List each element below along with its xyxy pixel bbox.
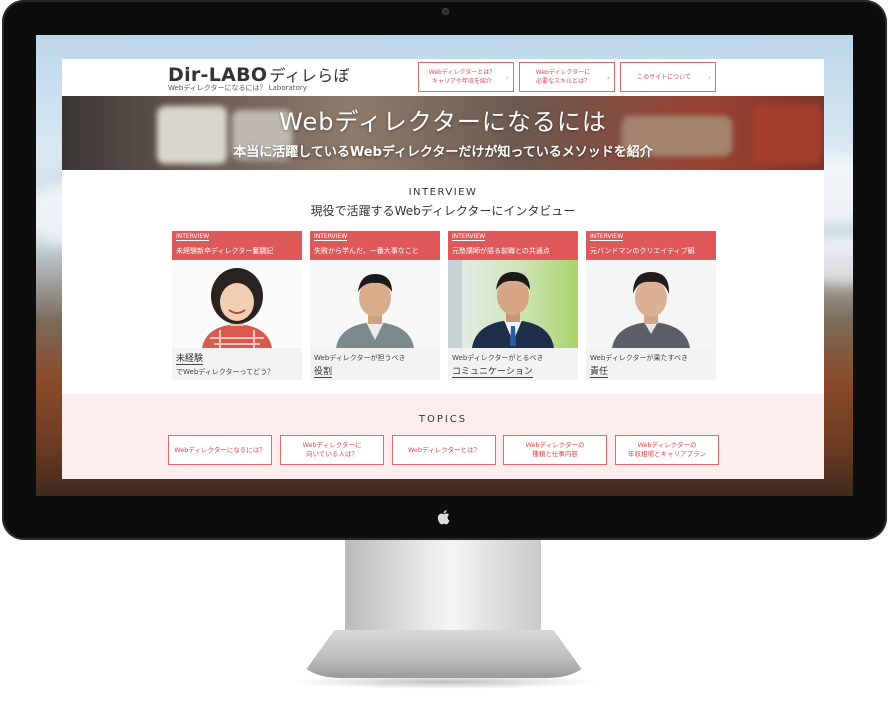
topic-label: Webディレクターの [637,441,697,449]
interview-photo [448,260,578,348]
card-title: 未経験新卒ディレクター奮闘記 [176,247,274,255]
card-tag: INTERVIEW [452,233,486,241]
topic-label: 向いている人は？ [306,450,358,458]
interview-photo [586,260,716,348]
topic-button-how-to-become[interactable]: Webディレクターになるには？ [168,435,272,465]
topic-label: 年収相場とキャリアプラン [628,450,706,458]
card-header: INTERVIEW 失敗から学んだ、一番大事なこと [310,231,440,260]
nav-label: キャリアや年収を紹介 [431,78,492,85]
hero-subtitle: 本当に活躍しているWebディレクターだけが知っているメソッドを紹介 [233,145,653,160]
topic-label: Webディレクターの [525,441,585,449]
monitor-mockup: Dir-LABO ディレらぼ Webディレクターになるには？ Laboratory… [0,0,889,717]
card-header: INTERVIEW 元バンドマンのクリエイティブ観 [586,231,716,260]
card-lead: でWebディレクターってどう？ [176,368,275,376]
card-lead: Webディレクターが果たすべき [590,354,689,362]
chevron-right-icon: › [606,73,610,82]
hero-title: Webディレクターになるには [279,108,607,136]
topic-label: 種類と仕事内容 [532,450,578,458]
chevron-right-icon: › [707,73,711,82]
nav-item-required-skills[interactable]: Webディレクターに 必要なスキルとは？ › [519,62,615,92]
card-lead: Webディレクターがとるべき [452,354,544,362]
nav-label: 必要なスキルとは？ [535,78,590,85]
nav-item-what-is-director[interactable]: Webディレクターとは？ キャリアや年収を紹介 › [418,62,514,92]
card-tag: INTERVIEW [176,233,210,241]
topic-button-suited-people[interactable]: Webディレクターに 向いている人は？ [280,435,384,465]
interview-card-1[interactable]: INTERVIEW 未経験新卒ディレクター奮闘記 未経験 でWebディレクターっ… [172,231,302,380]
site-header: Dir-LABO ディレらぼ Webディレクターになるには？ Laboratory… [62,59,824,96]
card-header: INTERVIEW 未経験新卒ディレクター奮闘記 [172,231,302,260]
card-lead: Webディレクターが担うべき [314,354,406,362]
card-title: 失敗から学んだ、一番大事なこと [314,247,419,255]
topic-label: Webディレクターになるには？ [174,445,266,454]
monitor-stand-neck [345,540,541,640]
card-tag: INTERVIEW [590,233,624,241]
interview-heading: INTERVIEW [408,187,478,198]
topics-heading: TOPICS [418,414,468,425]
web-page: Dir-LABO ディレらぼ Webディレクターになるには？ Laboratory… [62,59,824,479]
interview-card-3[interactable]: INTERVIEW 元塾講師が語る前職との共通点 Webディレクターがとるべき [448,231,578,380]
nav-label: Webディレクターに [535,69,591,76]
site-tagline: Webディレクターになるには？ Laboratory [168,84,307,92]
card-header: INTERVIEW 元塾講師が語る前職との共通点 [448,231,578,260]
topics-section: TOPICS Webディレクターになるには？ Webディレクターに 向いている人は… [62,394,824,479]
topic-label: Webディレクターに [302,441,362,449]
screen: Dir-LABO ディレらぼ Webディレクターになるには？ Laboratory… [36,35,853,496]
hero-banner: Webディレクターになるには 本当に活躍しているWebディレクターだけが知ってい… [62,96,824,170]
monitor-stand-base [300,630,588,678]
nav-label: Webディレクターとは？ [428,69,496,76]
interview-photo [172,260,302,348]
topic-button-salary-career[interactable]: Webディレクターの 年収相場とキャリアプラン [615,435,719,465]
interview-photo [310,260,440,348]
nav-item-about-site[interactable]: このサイトについて › [620,62,716,92]
card-role: コミュニケーション [452,364,533,378]
interview-subheading: 現役で活躍するWebディレクターにインタビュー [310,204,576,218]
card-tag: INTERVIEW [314,233,348,241]
camera-icon [442,8,449,15]
card-title: 元バンドマンのクリエイティブ観 [590,247,695,255]
interview-card-2[interactable]: INTERVIEW 失敗から学んだ、一番大事なこと Webディレクターが担うべき… [310,231,440,380]
chevron-right-icon: › [505,73,509,82]
apple-logo-icon [437,510,450,525]
interview-card-4[interactable]: INTERVIEW 元バンドマンのクリエイティブ観 Webディレクターが果たすべ… [586,231,716,380]
nav-label: このサイトについて [637,73,691,81]
card-role: 役割 [314,364,333,378]
topic-label: Webディレクターとは？ [408,445,480,454]
card-role: 未経験 [176,351,204,365]
card-role: 責任 [590,364,609,378]
card-title: 元塾講師が語る前職との共通点 [452,247,550,255]
topic-button-types-and-jobs[interactable]: Webディレクターの 種類と仕事内容 [503,435,607,465]
topic-button-what-is[interactable]: Webディレクターとは？ [392,435,496,465]
